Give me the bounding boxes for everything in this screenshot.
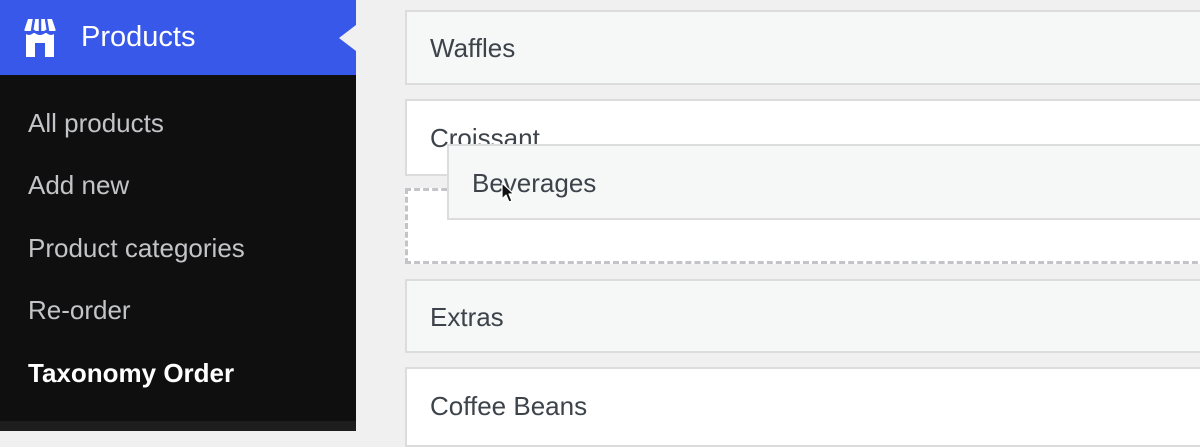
- term-label: Beverages: [472, 168, 597, 198]
- submenu-item-re-order[interactable]: Re-order: [28, 294, 131, 326]
- menu-header-title: Products: [81, 21, 196, 53]
- sortable-term-waffles[interactable]: Waffles: [405, 10, 1200, 85]
- store-icon: [23, 18, 57, 57]
- sortable-term-extras[interactable]: Extras: [405, 279, 1200, 353]
- menu-item-products[interactable]: Products: [0, 0, 356, 75]
- submenu-item-product-categories[interactable]: Product categories: [28, 232, 245, 264]
- term-label: Extras: [430, 302, 504, 332]
- sidebar-divider: [0, 421, 356, 431]
- current-menu-notch: [339, 25, 356, 51]
- admin-sidebar: Products All products Add new Product ca…: [0, 0, 356, 431]
- submenu-item-all-products[interactable]: All products: [28, 107, 164, 139]
- submenu-item-add-new[interactable]: Add new: [28, 169, 129, 201]
- mouse-pointer-icon: [501, 182, 515, 203]
- dragging-term-beverages[interactable]: Beverages: [447, 144, 1200, 220]
- submenu-item-taxonomy-order[interactable]: Taxonomy Order: [28, 357, 234, 389]
- sortable-term-coffee-beans[interactable]: Coffee Beans: [405, 367, 1200, 447]
- term-label: Waffles: [430, 33, 516, 63]
- term-label: Coffee Beans: [430, 391, 588, 421]
